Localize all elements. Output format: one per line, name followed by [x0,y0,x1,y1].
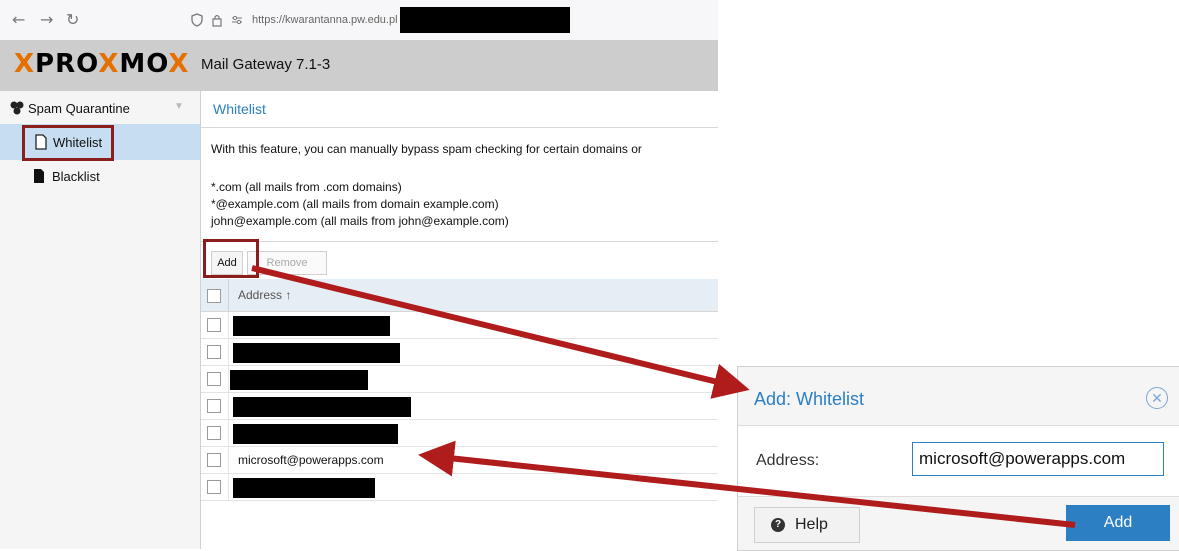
sidebar-item-label: Blacklist [52,168,100,184]
panel-header: Whitelist [201,91,718,128]
table-row[interactable] [201,474,718,501]
example-line: *@example.com (all mails from domain exa… [211,197,499,211]
highlight-box-add [203,239,259,278]
dialog-title: Add: Whitelist [754,389,865,409]
redacted-address [230,370,368,390]
table-row[interactable] [201,366,718,393]
select-all-checkbox[interactable] [207,289,221,303]
row-checkbox[interactable] [207,345,221,359]
sidebar-item-label: Spam Quarantine [28,100,130,116]
whitelist-panel: Whitelist With this feature, you can man… [201,91,718,549]
table-row[interactable] [201,339,718,366]
grid-toolbar: Add Remove [201,239,718,280]
example-line: john@example.com (all mails from john@ex… [211,214,509,228]
back-icon[interactable]: ← [12,10,25,29]
add-whitelist-dialog: Add: Whitelist ✕ Address: ? Help Add [737,366,1179,551]
sidebar: Spam Quarantine ▼ Whitelist Blacklist [0,91,201,549]
example-line: *.com (all mails from .com domains) [211,180,402,194]
table-row[interactable]: microsoft@powerapps.com [201,447,718,474]
close-icon[interactable]: ✕ [1146,387,1168,409]
file-filled-icon [34,169,44,183]
dialog-body: Address: [738,425,1179,497]
redacted-address [233,424,398,444]
panel-title: Whitelist [213,101,266,117]
table-row[interactable] [201,312,718,339]
collapse-icon[interactable]: ▼ [174,101,184,112]
shield-icon [191,13,203,27]
sidebar-item-blacklist[interactable]: Blacklist [0,162,200,190]
url-redaction [399,7,570,33]
question-icon: ? [771,518,785,532]
lock-icon [212,14,222,27]
table-row[interactable] [201,420,718,447]
address-cell: microsoft@powerapps.com [238,453,384,467]
proxmox-logo: XPROXMOX [14,49,190,79]
cubes-icon [10,101,24,115]
sidebar-item-spam-quarantine[interactable]: Spam Quarantine ▼ [0,97,200,119]
row-checkbox[interactable] [207,372,221,386]
app-header: XPROXMOX Mail Gateway 7.1-3 [0,40,718,91]
help-label: Help [795,516,828,533]
remove-button[interactable]: Remove [247,251,327,275]
row-checkbox[interactable] [207,480,221,494]
address-input[interactable] [912,442,1164,476]
row-checkbox[interactable] [207,399,221,413]
description-text: With this feature, you can manually bypa… [211,142,642,156]
help-button[interactable]: ? Help [754,507,860,543]
reload-icon[interactable]: ↻ [66,10,79,29]
row-checkbox[interactable] [207,318,221,332]
row-checkbox[interactable] [207,426,221,440]
redacted-address [233,397,411,417]
column-address[interactable]: Address ↑ [238,288,291,302]
grid-header: Address ↑ [201,279,718,312]
product-version: Mail Gateway 7.1-3 [201,56,331,73]
redacted-address [233,478,375,498]
url-text: https://kwarantanna.pw.edu.pl [252,14,398,26]
forward-icon[interactable]: → [40,10,53,29]
table-row[interactable] [201,393,718,420]
highlight-box-whitelist [22,125,114,161]
url-bar[interactable]: https://kwarantanna.pw.edu.pl [190,7,718,33]
redacted-address [233,316,390,336]
redacted-address [233,343,400,363]
browser-toolbar: ← → ↻ https://kwarantanna.pw.edu.pl [0,0,718,41]
row-checkbox[interactable] [207,453,221,467]
dialog-add-button[interactable]: Add [1066,505,1170,541]
address-label: Address: [756,452,820,469]
permissions-icon [232,15,242,25]
